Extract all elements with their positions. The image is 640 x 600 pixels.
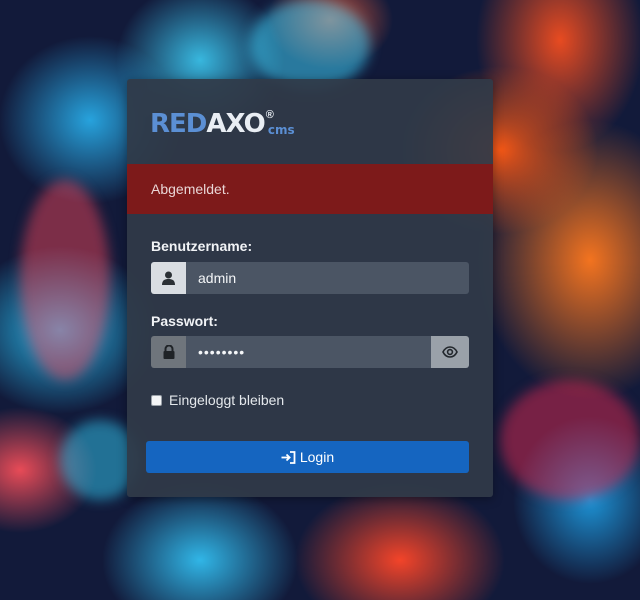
eye-icon[interactable]	[431, 336, 469, 368]
username-field[interactable]	[186, 262, 469, 294]
logo-part-red: RED	[150, 109, 207, 139]
username-input-group	[151, 262, 469, 294]
remember-me-row[interactable]: Eingeloggt bleiben	[151, 392, 284, 408]
login-button[interactable]: Login	[146, 441, 469, 473]
login-panel: RED AXO ® cms Abgemeldet. Benutzername: …	[127, 79, 493, 497]
user-icon	[151, 262, 186, 294]
sign-in-icon	[281, 450, 296, 464]
redaxo-logo: RED AXO ® cms	[150, 109, 295, 141]
logo-cms-suffix: cms	[267, 123, 295, 137]
password-field[interactable]: ••••••••	[186, 336, 431, 368]
lock-icon	[151, 336, 186, 368]
remember-me-checkbox[interactable]	[151, 394, 162, 406]
logout-alert: Abgemeldet.	[127, 164, 493, 214]
login-button-label: Login	[299, 449, 335, 465]
password-input-group: ••••••••	[151, 336, 469, 368]
username-label: Benutzername:	[151, 238, 253, 254]
logo-registered-mark: ®	[265, 109, 274, 121]
password-label: Passwort:	[151, 313, 218, 329]
remember-me-label: Eingeloggt bleiben	[169, 392, 285, 408]
logo-part-axo: AXO	[206, 109, 265, 139]
